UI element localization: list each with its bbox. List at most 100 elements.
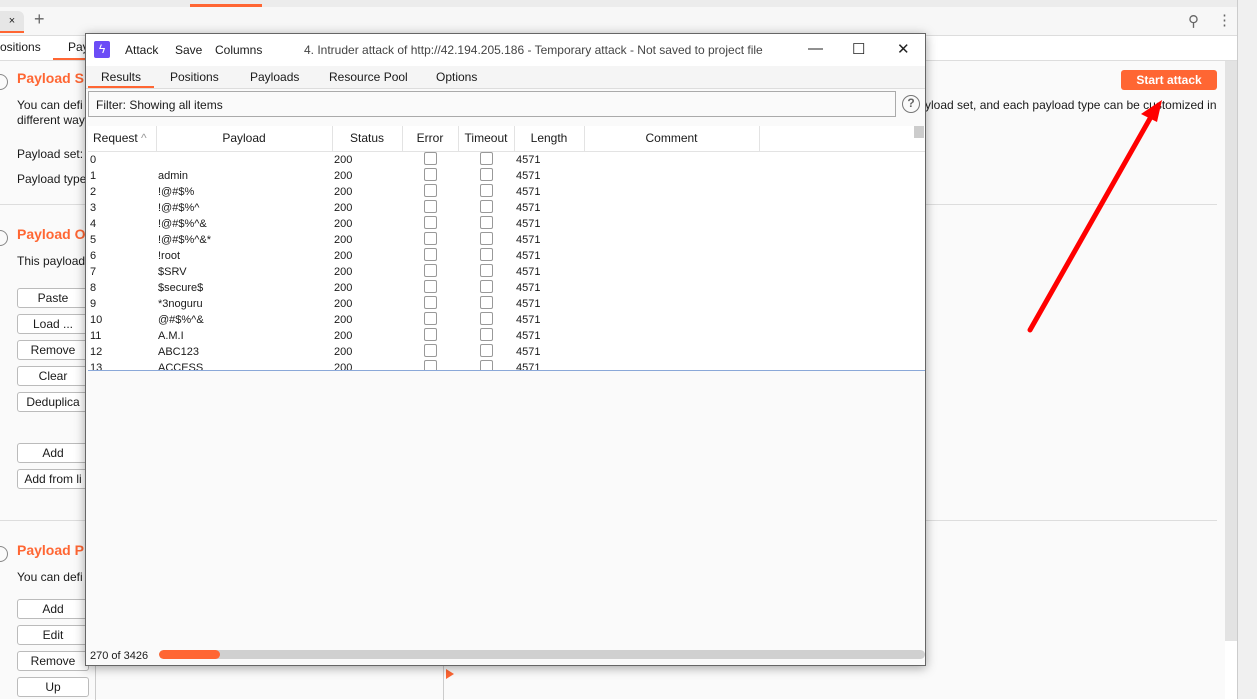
error-checkbox[interactable] [423, 311, 437, 325]
cell-comment [584, 200, 759, 216]
table-row[interactable]: 3 !@#$%^ 200 4571 [88, 199, 925, 216]
cell-payload [156, 151, 332, 168]
cell-comment [584, 328, 759, 344]
close-button[interactable]: ✕ [897, 40, 910, 58]
cell-timeout [458, 295, 514, 312]
timeout-checkbox[interactable] [479, 279, 493, 293]
window-tabs: Results Positions Payloads Resource Pool… [86, 66, 925, 89]
burp-logo-icon: ϟ [94, 41, 110, 58]
cell-comment [584, 168, 759, 184]
table-row[interactable]: 9 *3noguru 200 4571 [88, 295, 925, 312]
cell-blank [759, 184, 925, 200]
timeout-checkbox[interactable] [479, 199, 493, 213]
column-header-payload[interactable]: Payload [156, 126, 333, 152]
help-icon[interactable]: ? [902, 95, 920, 113]
minimize-button[interactable]: — [808, 40, 823, 57]
table-row[interactable]: 7 $SRV 200 4571 [88, 263, 925, 280]
column-header-status[interactable]: Status [332, 126, 403, 152]
cell-status: 200 [334, 201, 353, 214]
cell-payload: !@#$%^ [158, 201, 200, 214]
error-checkbox[interactable] [423, 151, 437, 165]
cell-payload: !@#$%^&* [158, 233, 212, 246]
error-checkbox[interactable] [423, 247, 437, 261]
error-checkbox[interactable] [423, 263, 437, 277]
table-row[interactable]: 11 A.M.I 200 4571 [88, 327, 925, 344]
tab-resource-pool[interactable]: Resource Pool [329, 70, 408, 84]
tab-options[interactable]: Options [436, 70, 477, 84]
error-checkbox[interactable] [423, 231, 437, 245]
cell-payload: ABC123 [158, 345, 199, 358]
error-checkbox[interactable] [423, 279, 437, 293]
column-header-length[interactable]: Length [514, 126, 585, 152]
cell-length: 4571 [516, 153, 541, 166]
tab-payloads[interactable]: Payloads [250, 70, 299, 84]
intruder-attack-window: ϟ Attack Save Columns 4. Intruder attack… [85, 33, 926, 666]
table-row[interactable]: 5 !@#$%^&* 200 4571 [88, 231, 925, 248]
table-row[interactable]: 13 ACCESS 200 4571 [88, 359, 925, 370]
menu-save[interactable]: Save [175, 43, 202, 57]
cell-timeout [458, 311, 514, 328]
cell-timeout [458, 151, 514, 168]
filter-bar[interactable]: Filter: Showing all items [88, 91, 896, 117]
error-checkbox[interactable] [423, 167, 437, 181]
cell-error [402, 263, 458, 280]
table-row[interactable]: 4 !@#$%^& 200 4571 [88, 215, 925, 232]
error-checkbox[interactable] [423, 343, 437, 357]
cell-blank [759, 168, 925, 184]
table-row[interactable]: 12 ABC123 200 4571 [88, 343, 925, 360]
error-checkbox[interactable] [423, 327, 437, 341]
table-scrollbar-thumb[interactable] [914, 126, 924, 138]
cell-timeout [458, 215, 514, 232]
cell-comment [584, 280, 759, 296]
menu-attack[interactable]: Attack [125, 43, 158, 57]
timeout-checkbox[interactable] [479, 215, 493, 229]
timeout-checkbox[interactable] [479, 359, 493, 370]
cell-error [402, 311, 458, 328]
cell-status: 200 [334, 169, 353, 182]
error-checkbox[interactable] [423, 295, 437, 309]
cell-timeout [458, 279, 514, 296]
cell-error [402, 167, 458, 184]
cell-comment [584, 232, 759, 248]
table-row[interactable]: 10 @#$%^& 200 4571 [88, 311, 925, 328]
cell-length: 4571 [516, 329, 541, 342]
table-row[interactable]: 2 !@#$% 200 4571 [88, 183, 925, 200]
timeout-checkbox[interactable] [479, 327, 493, 341]
cell-payload: @#$%^& [158, 313, 204, 326]
timeout-checkbox[interactable] [479, 167, 493, 181]
error-checkbox[interactable] [423, 359, 437, 370]
cell-request: 7 [90, 265, 97, 278]
timeout-checkbox[interactable] [479, 183, 493, 197]
title-bar[interactable]: ϟ Attack Save Columns 4. Intruder attack… [86, 34, 925, 66]
table-row[interactable]: 6 !root 200 4571 [88, 247, 925, 264]
menu-columns[interactable]: Columns [215, 43, 262, 57]
column-header-comment[interactable]: Comment [584, 126, 760, 152]
column-header-error[interactable]: Error [402, 126, 459, 152]
cell-timeout [458, 263, 514, 280]
timeout-checkbox[interactable] [479, 343, 493, 357]
table-row[interactable]: 8 $secure$ 200 4571 [88, 279, 925, 296]
timeout-checkbox[interactable] [479, 311, 493, 325]
timeout-checkbox[interactable] [479, 295, 493, 309]
error-checkbox[interactable] [423, 215, 437, 229]
cell-comment [584, 184, 759, 200]
cell-length: 4571 [516, 185, 541, 198]
table-row[interactable]: 1 admin 200 4571 [88, 167, 925, 184]
timeout-checkbox[interactable] [479, 231, 493, 245]
column-header-timeout[interactable]: Timeout [458, 126, 515, 152]
cell-length: 4571 [516, 169, 541, 182]
error-checkbox[interactable] [423, 199, 437, 213]
timeout-checkbox[interactable] [479, 247, 493, 261]
maximize-button[interactable]: ☐ [852, 40, 865, 58]
cell-blank [759, 328, 925, 344]
column-header-request[interactable]: Request ^ [88, 126, 157, 152]
timeout-checkbox[interactable] [479, 263, 493, 277]
cell-timeout [458, 343, 514, 360]
tab-results[interactable]: Results [101, 70, 141, 84]
error-checkbox[interactable] [423, 183, 437, 197]
cell-status: 200 [334, 329, 353, 342]
progress-text: 270 of 3426 [90, 650, 149, 662]
tab-positions[interactable]: Positions [170, 70, 219, 84]
table-row[interactable]: 0 200 4571 [88, 151, 925, 168]
timeout-checkbox[interactable] [479, 151, 493, 165]
